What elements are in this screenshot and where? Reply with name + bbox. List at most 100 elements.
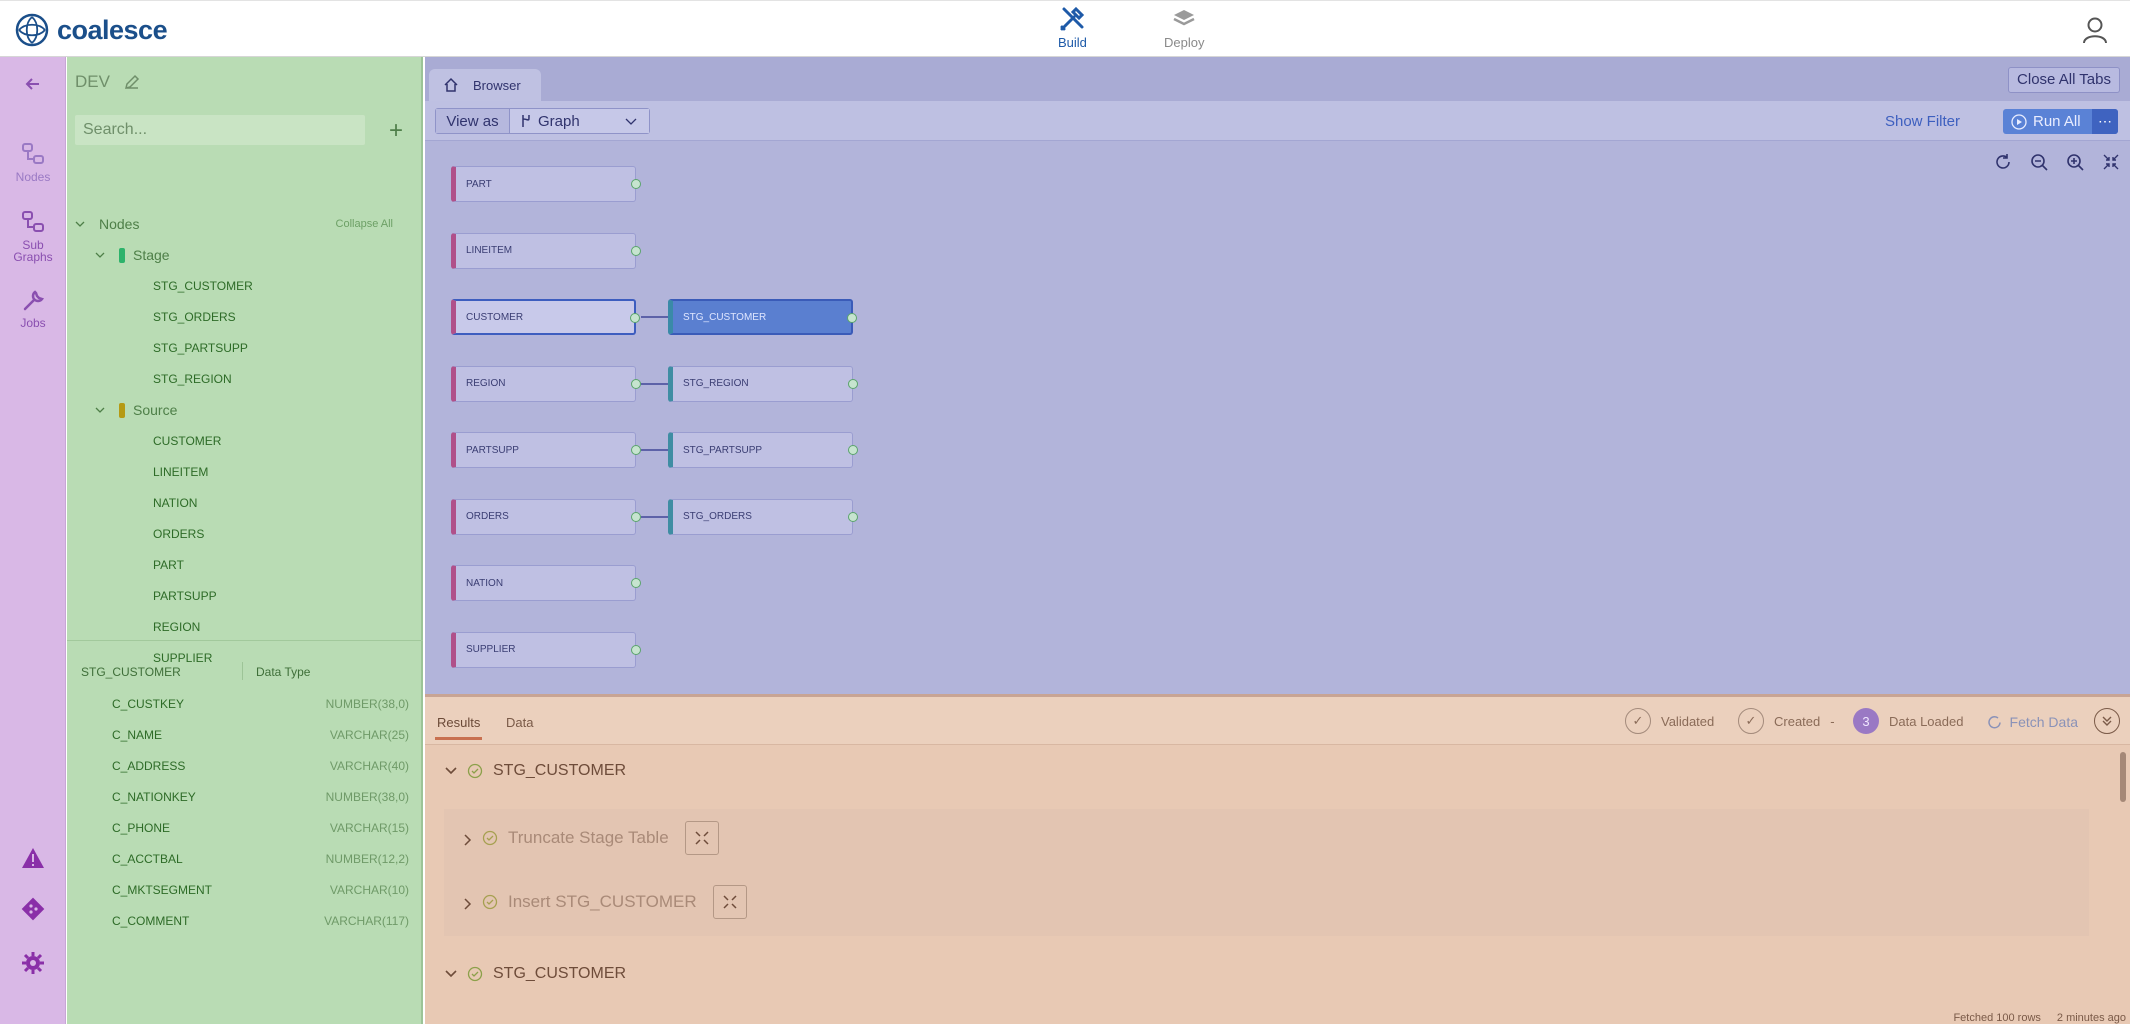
nav-build[interactable]: Build (1058, 5, 1087, 50)
fetched-rows: Fetched 100 rows (1953, 1012, 2041, 1024)
tree-node-item[interactable]: REGION (153, 617, 200, 637)
check-circle-icon: ✓ (1738, 708, 1764, 734)
graph-node-stage[interactable]: STG_REGION (668, 365, 858, 402)
collapse-results-button[interactable] (2094, 708, 2120, 734)
refresh-icon[interactable] (1994, 153, 2012, 171)
graph-node-label: PART (466, 178, 492, 190)
search-input[interactable]: Search... (75, 115, 365, 145)
graph-node-stage[interactable]: STG_CUSTOMER (668, 299, 857, 335)
graph-node-source[interactable]: NATION (451, 565, 641, 601)
status-check-icon (848, 511, 858, 522)
graph-node-source[interactable]: CUSTOMER (451, 299, 640, 335)
close-all-tabs-button[interactable]: Close All Tabs (2008, 67, 2120, 93)
step-truncate[interactable]: Truncate Stage Table (464, 821, 719, 855)
collapse-all-button[interactable]: Collapse All (336, 218, 393, 230)
result-node-header[interactable]: STG_CUSTOMER (445, 762, 626, 780)
warning-icon (22, 848, 44, 868)
run-all-label: Run All (2033, 113, 2081, 130)
view-mode-select[interactable]: Graph (510, 109, 649, 133)
tree-node-item[interactable]: STG_ORDERS (153, 307, 236, 327)
graph-node-source[interactable]: PARTSUPP (451, 432, 641, 468)
tab-data[interactable]: Data (506, 715, 533, 730)
column-row[interactable]: C_CUSTKEY NUMBER(38,0) (67, 697, 423, 717)
column-row[interactable]: C_COMMENT VARCHAR(117) (67, 914, 423, 934)
graph-node-source[interactable]: ORDERS (451, 498, 641, 535)
fetched-time: 2 minutes ago (2056, 1012, 2126, 1024)
status-check-icon (631, 578, 641, 588)
graph-node-label: LINEITEM (466, 245, 513, 256)
user-menu[interactable] (2082, 16, 2108, 49)
expand-step-button[interactable] (684, 821, 719, 855)
tree-node-item[interactable]: STG_PARTSUPP (153, 338, 248, 358)
graph-zoom-tools (1994, 153, 2120, 171)
edit-icon[interactable] (124, 74, 140, 90)
tree-node-item[interactable]: LINEITEM (153, 462, 208, 482)
run-all-main[interactable]: Run All (2003, 109, 2092, 134)
column-row[interactable]: C_ACCTBAL NUMBER(12,2) (67, 852, 423, 872)
graph-node-stage[interactable]: STG_ORDERS (668, 498, 858, 535)
graph-node-source[interactable]: LINEITEM (451, 232, 641, 269)
app-logo[interactable]: coalesce (15, 13, 168, 47)
run-all-button[interactable]: Run All ⋯ (2003, 109, 2118, 134)
column-row[interactable]: C_NATIONKEY NUMBER(38,0) (67, 790, 423, 810)
tab-browser[interactable]: Browser (429, 69, 541, 101)
collapse-panel-button[interactable] (0, 75, 66, 93)
columns-header-node: STG_CUSTOMER (81, 665, 181, 679)
zoom-in-icon[interactable] (2066, 153, 2084, 171)
rail-jobs-label: Jobs (20, 316, 46, 330)
settings-button[interactable] (0, 951, 66, 975)
add-node-button[interactable]: + (389, 117, 403, 145)
refresh-icon (1987, 715, 2001, 728)
tree-group-source[interactable]: Source (95, 400, 177, 420)
expand-step-button[interactable] (712, 885, 747, 919)
tab-results[interactable]: Results (434, 715, 483, 740)
graph-node-label: STG_ORDERS (683, 511, 752, 522)
graph-node-source[interactable]: PART (451, 166, 641, 202)
graph-edge (641, 382, 668, 385)
zoom-out-icon[interactable] (2030, 153, 2048, 171)
status-data-loaded-label: Data Loaded (1889, 713, 1964, 729)
column-type: NUMBER(38,0) (325, 697, 409, 711)
tree-node-item[interactable]: CUSTOMER (153, 431, 221, 451)
view-as-control[interactable]: View as Graph (435, 108, 650, 134)
step-insert[interactable]: Insert STG_CUSTOMER (464, 885, 747, 919)
tree-node-item[interactable]: ORDERS (153, 524, 204, 544)
fetch-data-label: Fetch Data (2009, 714, 2078, 730)
result-node-header-2[interactable]: STG_CUSTOMER (445, 965, 626, 983)
column-row[interactable]: C_NAME VARCHAR(25) (67, 728, 423, 748)
tree-root[interactable]: Nodes Collapse All (75, 214, 415, 234)
nav-deploy[interactable]: Deploy (1164, 5, 1204, 50)
tree-node-item[interactable]: NATION (153, 493, 197, 513)
tree-node-item[interactable]: PARTSUPP (153, 586, 217, 606)
expand-icon (695, 831, 709, 845)
rail-subgraphs[interactable]: Sub Graphs (0, 209, 66, 263)
rail-jobs[interactable]: Jobs (0, 289, 66, 329)
column-row[interactable]: C_MKTSEGMENT VARCHAR(10) (67, 883, 423, 903)
status-validated-label: Validated (1661, 713, 1715, 729)
tree-node-item[interactable]: STG_REGION (153, 369, 232, 389)
rail-nodes[interactable]: Nodes (0, 141, 66, 183)
graph-node-source[interactable]: REGION (451, 365, 641, 402)
nav-deploy-label: Deploy (1164, 35, 1205, 50)
nodes-icon (22, 143, 44, 164)
git-button[interactable] (0, 897, 66, 921)
show-filter-button[interactable]: Show Filter (1885, 113, 1960, 130)
column-row[interactable]: C_ADDRESS VARCHAR(40) (67, 759, 423, 779)
results-scrollbar[interactable] (2120, 752, 2126, 802)
run-options-button[interactable]: ⋯ (2092, 109, 2118, 134)
column-name: C_ACCTBAL (112, 852, 183, 866)
tree-node-item[interactable]: STG_CUSTOMER (153, 276, 253, 296)
node-browser-panel: DEV Search... + Nodes Collapse All Stage… (67, 57, 423, 1024)
column-row[interactable]: C_PHONE VARCHAR(15) (67, 821, 423, 841)
graph-node-stage[interactable]: STG_PARTSUPP (668, 432, 858, 468)
tree-node-item[interactable]: PART (153, 555, 184, 575)
tree-group-stage[interactable]: Stage (95, 245, 170, 265)
status-validated: ✓ Validated (1625, 708, 1714, 734)
graph-node-source[interactable]: SUPPLIER (451, 631, 641, 668)
check-circle-icon: ✓ (1625, 708, 1651, 734)
graph-canvas[interactable]: PART LINEITEM CUSTOMER REGION PARTSUPP ORDERS… (425, 141, 2130, 694)
fit-view-icon[interactable] (2102, 153, 2120, 171)
fetch-data-button[interactable]: Fetch Data (1987, 714, 2078, 730)
problems-button[interactable] (0, 847, 66, 869)
chevron-down-icon (445, 970, 457, 978)
